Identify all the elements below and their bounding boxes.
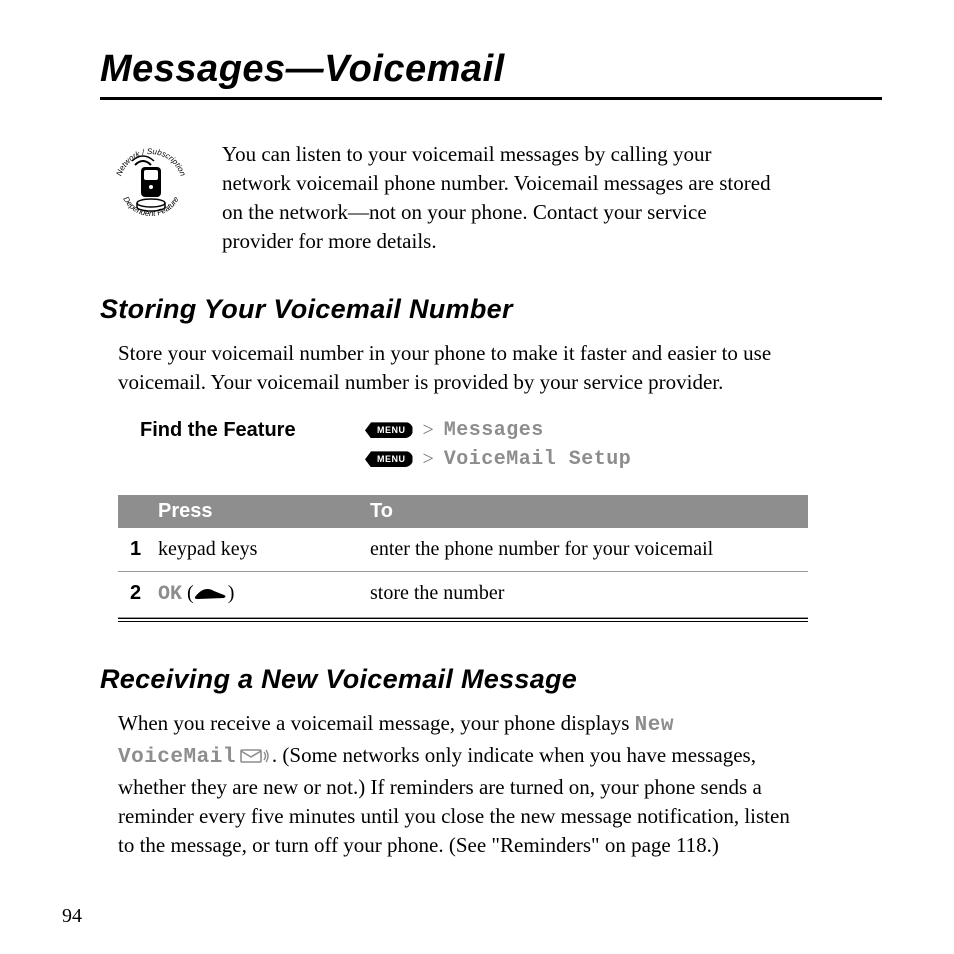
network-feature-icon: Network / Subscription Dependent Feature — [108, 142, 194, 256]
ok-key-label: OK — [158, 583, 182, 606]
steps-table: Press To 1 keypad keys enter the phone n… — [118, 495, 808, 618]
body-text: When you receive a voicemail message, yo… — [118, 711, 635, 735]
col-to: To — [358, 495, 808, 528]
menu-path-row: MENU > Messages — [365, 419, 631, 442]
section-receiving-body: When you receive a voicemail message, yo… — [118, 709, 798, 860]
page-title: Messages—Voicemail — [100, 48, 882, 91]
step-press: keypad keys — [158, 528, 358, 572]
find-the-feature: Find the Feature MENU > Messages MENU > … — [140, 419, 882, 471]
menu-path-voicemail-setup: VoiceMail Setup — [444, 448, 632, 471]
table-row: 2 OK () store the number — [118, 571, 808, 617]
page-number: 94 — [62, 905, 82, 928]
step-to: store the number — [358, 571, 808, 617]
intro-block: Network / Subscription Dependent Feature… — [108, 140, 882, 256]
softkey-icon — [194, 582, 228, 609]
step-number: 2 — [118, 571, 158, 617]
menu-key-icon: MENU — [365, 422, 413, 438]
paren-open: ( — [187, 582, 194, 604]
step-to: enter the phone number for your voicemai… — [358, 528, 808, 572]
col-press: Press — [158, 495, 358, 528]
section-storing-heading: Storing Your Voicemail Number — [100, 294, 882, 325]
section-storing-body: Store your voicemail number in your phon… — [118, 339, 798, 397]
table-end-rule — [118, 618, 808, 622]
voicemail-envelope-icon — [240, 743, 270, 772]
breadcrumb-separator: > — [423, 419, 434, 442]
step-number: 1 — [118, 528, 158, 572]
section-receiving-heading: Receiving a New Voicemail Message — [100, 664, 882, 695]
breadcrumb-separator: > — [423, 448, 434, 471]
menu-path-messages: Messages — [444, 419, 544, 442]
title-divider — [100, 97, 882, 100]
find-feature-paths: MENU > Messages MENU > VoiceMail Setup — [365, 419, 631, 471]
find-feature-label: Find the Feature — [140, 419, 365, 471]
intro-text: You can listen to your voicemail message… — [222, 140, 782, 256]
menu-path-row: MENU > VoiceMail Setup — [365, 448, 631, 471]
paren-close: ) — [228, 582, 235, 604]
col-blank — [118, 495, 158, 528]
table-row: 1 keypad keys enter the phone number for… — [118, 528, 808, 572]
menu-key-icon: MENU — [365, 451, 413, 467]
step-press: OK () — [158, 571, 358, 617]
